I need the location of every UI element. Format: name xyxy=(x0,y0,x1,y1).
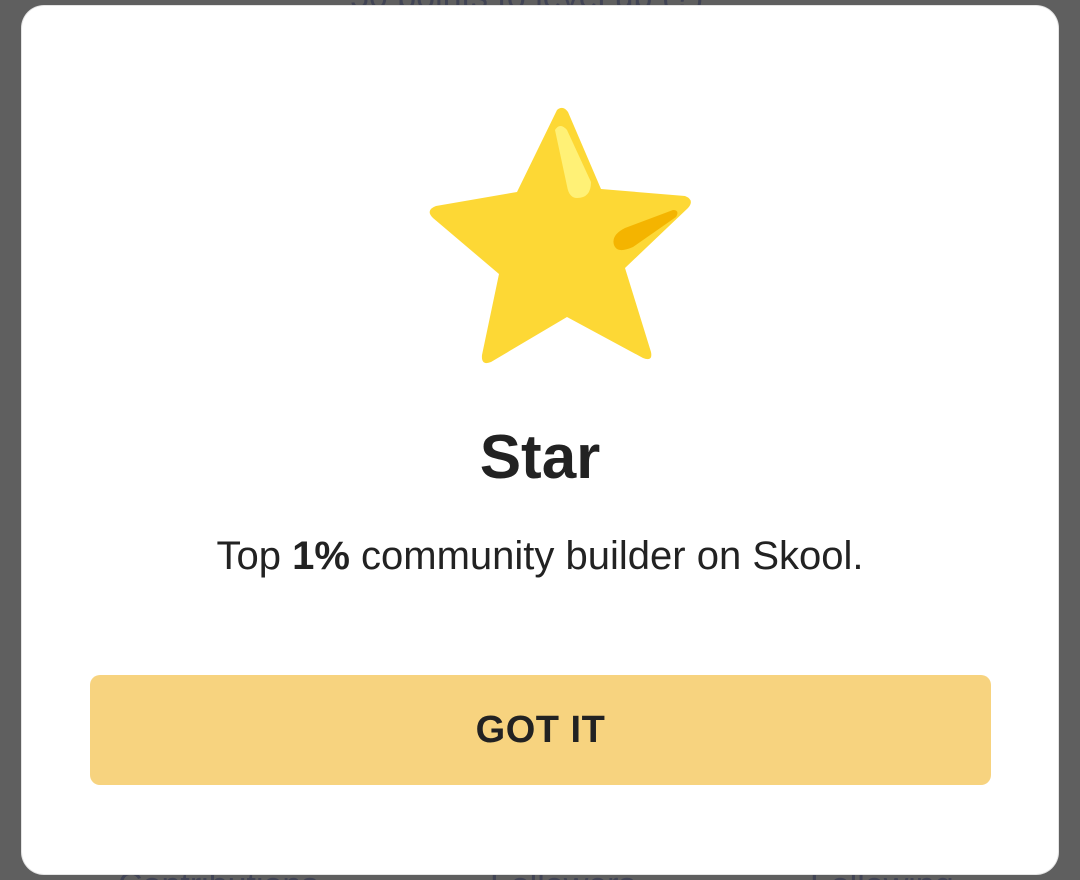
badge-description: Top 1% community builder on Skool. xyxy=(22,534,1058,579)
badge-dialog: Star Top 1% community builder on Skool. … xyxy=(22,6,1058,874)
desc-percentage: 1% xyxy=(292,534,350,578)
star-icon xyxy=(405,100,715,380)
badge-title: Star xyxy=(479,423,601,492)
got-it-button[interactable]: GOT IT xyxy=(90,675,991,785)
desc-suffix: community builder on Skool. xyxy=(349,534,864,578)
desc-prefix: Top xyxy=(216,534,293,578)
